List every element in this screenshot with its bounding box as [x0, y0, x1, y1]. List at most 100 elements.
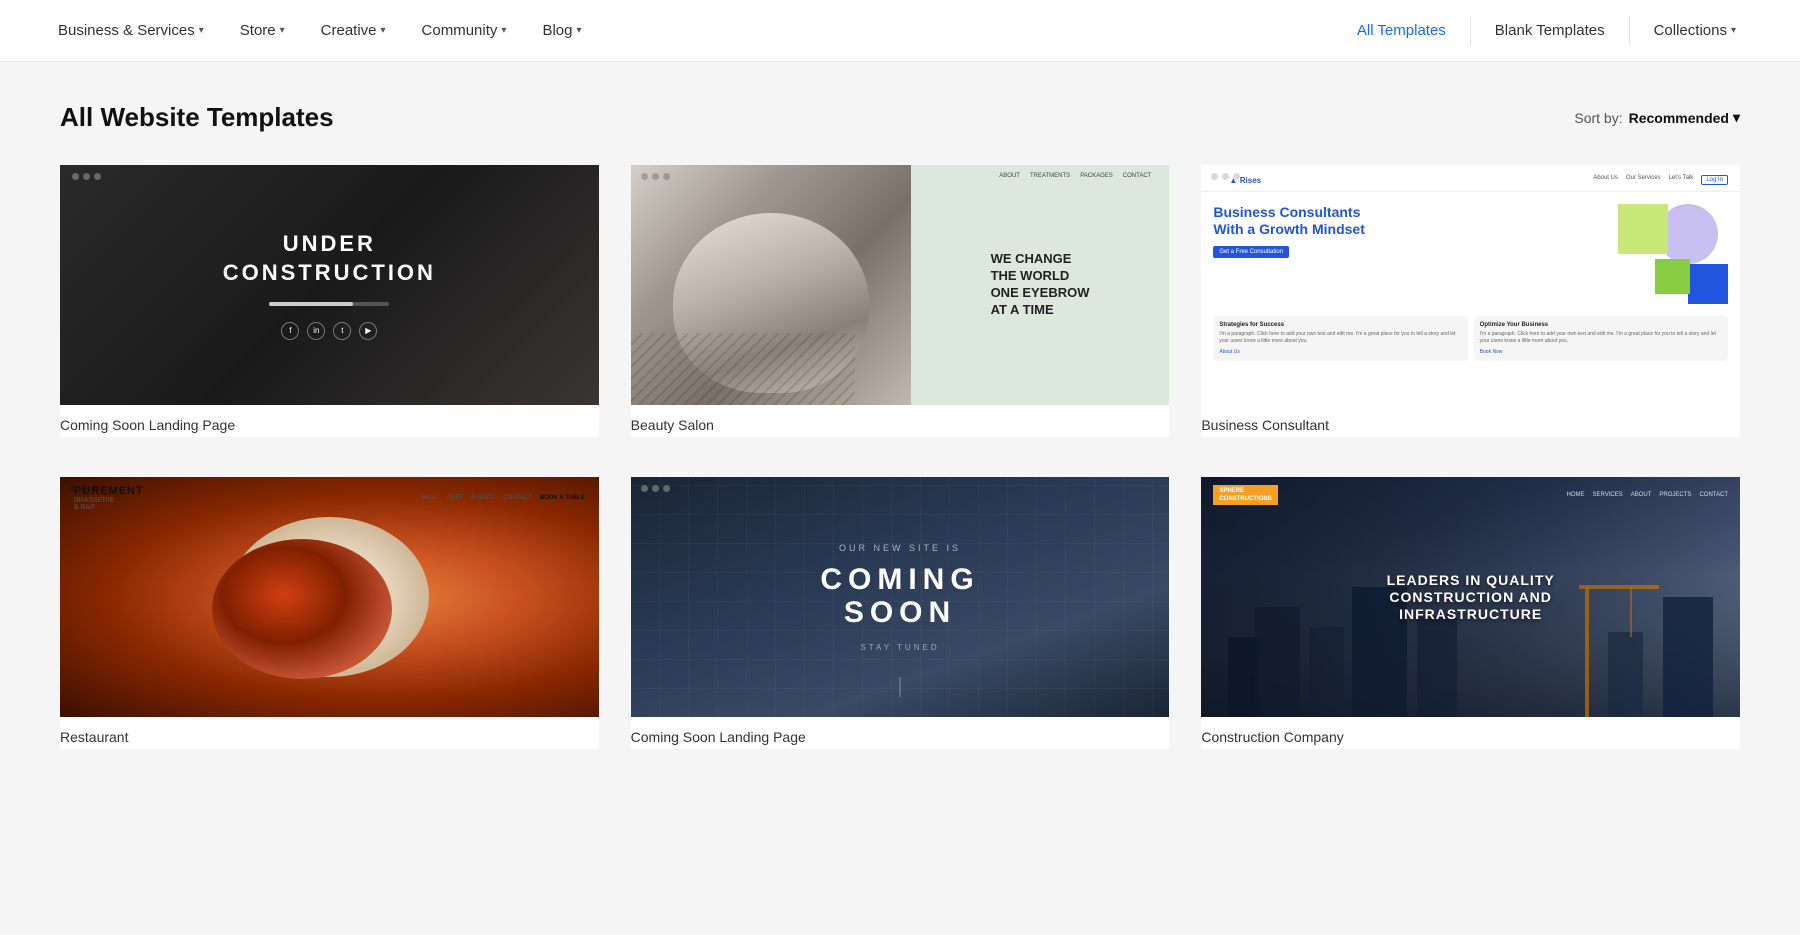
sort-value[interactable]: Recommended ▾ [1629, 109, 1740, 126]
beauty-nav-bar: ABOUT TREATMENTS PACKAGES CONTACT [631, 173, 1162, 179]
biz-hero: Business ConsultantsWith a Growth Mindse… [1201, 192, 1740, 316]
template-name-business-consultant: Business Consultant [1201, 417, 1740, 437]
const-nav-home: HOME [1567, 492, 1585, 498]
construction-top-bar: SPHERECONSTRUCTIONS HOME SERVICES ABOUT … [1201, 477, 1740, 513]
social-icon-4: ▶ [359, 322, 377, 340]
template-thumb-construction-company: SPHERECONSTRUCTIONS HOME SERVICES ABOUT … [1201, 477, 1740, 717]
restaurant-nav: MENU CHEF EVENTS CONTACT BOOK A TABLE [421, 495, 584, 501]
thumb-beauty-inner: ABOUT TREATMENTS PACKAGES CONTACT WE [631, 165, 1170, 405]
thumb-dot [641, 485, 648, 492]
nav-all-templates-label: All Templates [1357, 22, 1446, 39]
const-nav-about: ABOUT [1631, 492, 1652, 498]
nav-blank-templates[interactable]: Blank Templates [1471, 0, 1629, 62]
social-icons: f in t ▶ [281, 322, 377, 340]
beauty-left-col [631, 165, 911, 405]
rest-nav-contact: CONTACT [503, 495, 532, 501]
templates-grid: UNDERCONSTRUCTION f in t ▶ Coming Soon L… [60, 165, 1740, 749]
biz-card-1: Strategies for Success I'm a paragraph. … [1213, 316, 1467, 361]
nav-item-blog[interactable]: Blog ▾ [524, 0, 599, 62]
nav-collections[interactable]: Collections ▾ [1630, 0, 1760, 62]
biz-nav-link: Log In [1701, 175, 1728, 185]
shape-rect-green [1618, 204, 1668, 254]
progress-fill [269, 302, 353, 306]
beauty-nav-link: PACKAGES [1080, 173, 1113, 179]
sort-bar: Sort by: Recommended ▾ [1574, 109, 1740, 126]
sort-chevron-icon: ▾ [1733, 109, 1740, 126]
template-card-restaurant[interactable]: PUREMENT BRASSERIE& BAR MENU CHEF EVENTS… [60, 477, 599, 749]
const-nav-projects: PROJECTS [1659, 492, 1691, 498]
thumb-dot [81, 485, 88, 492]
chevron-down-icon: ▾ [199, 25, 204, 36]
biz-nav-link: Let's Talk [1669, 175, 1694, 185]
thumb-dots-3 [1211, 173, 1240, 180]
thumb-dot [92, 485, 99, 492]
progress-bar [269, 302, 389, 306]
rest-nav-menu: MENU [421, 495, 439, 501]
template-card-beauty-salon[interactable]: ABOUT TREATMENTS PACKAGES CONTACT WE [631, 165, 1170, 437]
coming-soon2-content: OUR NEW SITE IS COMINGSOON STAY TUNED [820, 543, 979, 652]
chevron-down-icon: ▾ [501, 25, 506, 36]
thumb-dots-5 [641, 485, 670, 492]
nav-all-templates[interactable]: All Templates [1333, 0, 1470, 62]
beauty-right-col: WE CHANGETHE WORLDONE EYEBROWAT A TIME [911, 165, 1170, 405]
const-nav-contact: CONTACT [1699, 492, 1728, 498]
biz-nav: About Us Our Services Let's Talk Log In [1593, 175, 1728, 185]
beauty-text-block: WE CHANGETHE WORLDONE EYEBROWAT A TIME [991, 251, 1090, 319]
biz-nav-link: About Us [1593, 175, 1618, 185]
nav-item-creative[interactable]: Creative ▾ [303, 0, 404, 62]
beauty-nav-link: ABOUT [999, 173, 1020, 179]
construction-hero-text: LEADERS IN QUALITYCONSTRUCTION ANDINFRAS… [1387, 572, 1555, 622]
thumb-dot [83, 173, 90, 180]
nav-item-community[interactable]: Community ▾ [404, 0, 525, 62]
biz-card-1-title: Strategies for Success [1219, 322, 1461, 328]
sort-by-label: Sort by: [1574, 110, 1622, 126]
social-icon-3: t [333, 322, 351, 340]
nav-label-creative: Creative [321, 22, 377, 39]
nav-item-store[interactable]: Store ▾ [222, 0, 303, 62]
template-card-business-consultant[interactable]: ▲ Rises About Us Our Services Let's Talk… [1201, 165, 1740, 437]
biz-shapes [1608, 204, 1728, 304]
nav-blank-templates-label: Blank Templates [1495, 22, 1605, 39]
page-title: All Website Templates [60, 102, 334, 133]
shape-rect-blue [1688, 264, 1728, 304]
beauty-tagline: WE CHANGETHE WORLDONE EYEBROWAT A TIME [991, 251, 1090, 319]
coming-soon2-overtext: OUR NEW SITE IS [820, 543, 979, 553]
thumb-construction-inner: SPHERECONSTRUCTIONS HOME SERVICES ABOUT … [1201, 477, 1740, 717]
chevron-down-icon: ▾ [576, 25, 581, 36]
template-card-coming-soon-2[interactable]: OUR NEW SITE IS COMINGSOON STAY TUNED Co… [631, 477, 1170, 749]
template-thumb-coming-soon-1: UNDERCONSTRUCTION f in t ▶ [60, 165, 599, 405]
biz-card-2-title: Optimize Your Business [1480, 322, 1722, 328]
restaurant-food [212, 539, 392, 679]
main-content: All Website Templates Sort by: Recommend… [0, 62, 1800, 789]
template-name-restaurant: Restaurant [60, 729, 599, 749]
biz-card-1-link: About Us [1219, 349, 1461, 355]
biz-card-2: Optimize Your Business I'm a paragraph. … [1474, 316, 1728, 361]
biz-cards-row: Strategies for Success I'm a paragraph. … [1201, 316, 1740, 373]
thumb-dots-4 [70, 485, 99, 492]
stripe-overlay [631, 333, 855, 405]
biz-card-2-text: I'm a paragraph. Click here to add your … [1480, 331, 1722, 345]
template-thumb-business-consultant: ▲ Rises About Us Our Services Let's Talk… [1201, 165, 1740, 405]
template-card-construction-company[interactable]: SPHERECONSTRUCTIONS HOME SERVICES ABOUT … [1201, 477, 1740, 749]
template-card-coming-soon-1[interactable]: UNDERCONSTRUCTION f in t ▶ Coming Soon L… [60, 165, 599, 437]
thumb-biz-inner: ▲ Rises About Us Our Services Let's Talk… [1201, 165, 1740, 405]
chevron-down-icon: ▾ [280, 25, 285, 36]
nav-item-business-services[interactable]: Business & Services ▾ [40, 0, 222, 62]
template-thumb-coming-soon-2: OUR NEW SITE IS COMINGSOON STAY TUNED [631, 477, 1170, 717]
thumb-coming-soon-inner: UNDERCONSTRUCTION f in t ▶ [60, 165, 599, 405]
thumb-dot [652, 485, 659, 492]
template-thumb-beauty-salon: ABOUT TREATMENTS PACKAGES CONTACT WE [631, 165, 1170, 405]
chevron-down-icon: ▾ [381, 25, 386, 36]
biz-nav-link: Our Services [1626, 175, 1661, 185]
template-thumb-restaurant: PUREMENT BRASSERIE& BAR MENU CHEF EVENTS… [60, 477, 599, 717]
thumb-restaurant-inner: PUREMENT BRASSERIE& BAR MENU CHEF EVENTS… [60, 477, 599, 717]
thumb-coming-soon2-inner: OUR NEW SITE IS COMINGSOON STAY TUNED [631, 477, 1170, 717]
nav-collections-label: Collections [1654, 22, 1727, 39]
thumb-dot [1211, 173, 1218, 180]
nav-left: Business & Services ▾ Store ▾ Creative ▾… [40, 0, 1333, 62]
thumb-dot [70, 485, 77, 492]
construction-logo: SPHERECONSTRUCTIONS [1213, 485, 1277, 505]
rest-nav-chef: CHEF [447, 495, 463, 501]
rest-nav-book: BOOK A TABLE [540, 495, 585, 501]
thumb-dot [1233, 173, 1240, 180]
